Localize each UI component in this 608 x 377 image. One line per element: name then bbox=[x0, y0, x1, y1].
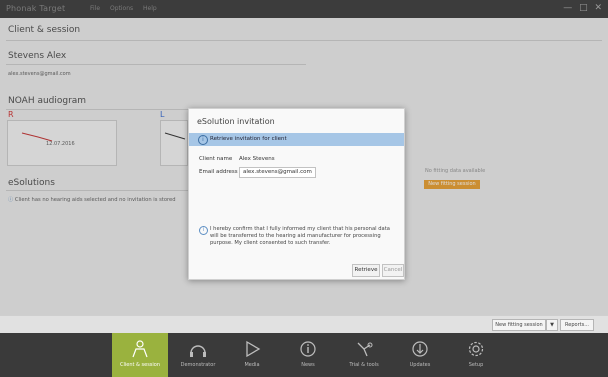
email-label: Email address bbox=[199, 169, 238, 175]
retrieve-button[interactable]: Retrieve bbox=[352, 264, 380, 277]
nav-client-session[interactable]: Client & session bbox=[112, 333, 168, 377]
person-icon bbox=[130, 340, 150, 358]
info-icon: i bbox=[199, 226, 208, 235]
client-name-value: Alex Stevens bbox=[239, 156, 275, 162]
title-bar: Phonak Target File Options Help — □ ✕ bbox=[0, 0, 608, 18]
nav-demonstrator[interactable]: Demonstrator bbox=[170, 333, 226, 377]
info-icon: i bbox=[198, 135, 208, 145]
minimize-button[interactable]: — bbox=[563, 3, 572, 13]
app-title: Phonak Target bbox=[6, 4, 66, 13]
menu-file[interactable]: File bbox=[90, 5, 100, 12]
tools-icon bbox=[354, 340, 374, 358]
nav-trial-tools[interactable]: Trial & tools bbox=[336, 333, 392, 377]
nav-label: Client & session bbox=[119, 362, 161, 368]
new-fitting-session-footer-button[interactable]: New fitting session bbox=[492, 319, 546, 331]
headphones-icon bbox=[188, 340, 208, 358]
nav-label: Trial & tools bbox=[349, 362, 379, 368]
retrieve-invitation-band: i Retrieve invitation for client bbox=[189, 133, 404, 146]
esolution-invitation-dialog: eSolution invitation i Retrieve invitati… bbox=[188, 108, 405, 280]
gear-icon bbox=[466, 340, 486, 358]
email-field[interactable]: alex.stevens@gmail.com bbox=[239, 167, 316, 178]
dialog-title: eSolution invitation bbox=[197, 117, 275, 126]
nav-label: Media bbox=[244, 362, 260, 368]
window-controls: — □ ✕ bbox=[559, 3, 602, 13]
maximize-button[interactable]: □ bbox=[579, 3, 588, 13]
nav-label: Demonstrator bbox=[180, 362, 216, 368]
download-icon bbox=[410, 340, 430, 358]
reports-button[interactable]: Reports... bbox=[560, 319, 594, 331]
nav-label: Setup bbox=[468, 362, 484, 368]
nav-label: Updates bbox=[409, 362, 431, 368]
nav-setup[interactable]: Setup bbox=[448, 333, 504, 377]
menu-help[interactable]: Help bbox=[143, 5, 157, 12]
band-text: Retrieve invitation for client bbox=[210, 136, 287, 142]
menu-bar: File Options Help bbox=[90, 5, 165, 12]
info-icon bbox=[298, 340, 318, 358]
menu-options[interactable]: Options bbox=[110, 5, 133, 12]
close-button[interactable]: ✕ bbox=[594, 3, 602, 13]
cancel-button[interactable]: Cancel bbox=[382, 264, 404, 277]
nav-news[interactable]: News bbox=[280, 333, 336, 377]
client-name-label: Client name bbox=[199, 156, 233, 162]
dropdown-button[interactable]: ▼ bbox=[546, 319, 558, 331]
play-icon bbox=[242, 340, 262, 358]
nav-media[interactable]: Media bbox=[224, 333, 280, 377]
nav-updates[interactable]: Updates bbox=[392, 333, 448, 377]
nav-label: News bbox=[301, 362, 315, 368]
consent-text: I hereby confirm that I fully informed m… bbox=[210, 226, 390, 246]
